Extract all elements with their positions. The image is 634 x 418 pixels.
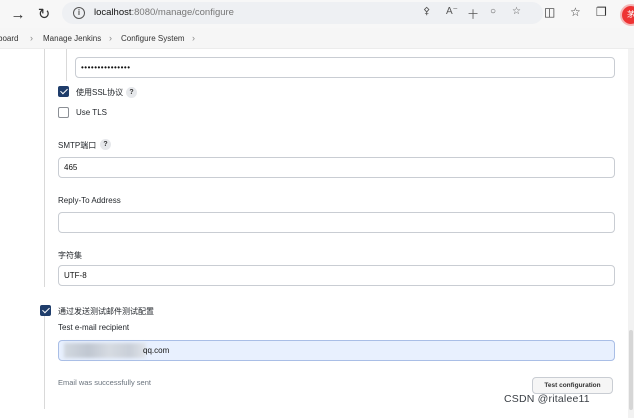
use-tls-label: Use TLS — [76, 108, 107, 117]
read-aloud-icon[interactable]: A⁻ — [446, 6, 458, 17]
send-status-message: Email was successfully sent — [58, 378, 151, 387]
translate-icon[interactable]: 十 — [468, 6, 478, 21]
charset-input[interactable]: UTF-8 — [58, 265, 615, 286]
chevron-right-icon: › — [30, 33, 33, 43]
collections-icon[interactable]: ❐ — [596, 5, 607, 19]
refresh-icon[interactable]: ↻ — [34, 4, 54, 24]
section-divider — [44, 313, 45, 409]
shopping-icon[interactable]: ○ — [490, 6, 496, 17]
info-icon[interactable]: i — [73, 7, 85, 19]
browser-toolbar: → ↻ i localhost:8080/manage/configure ⚴ … — [0, 0, 634, 28]
breadcrumb-configure-system[interactable]: Configure System — [121, 34, 185, 43]
password-dots: ••••••••••••••• — [81, 63, 131, 72]
scrollbar-thumb[interactable] — [629, 330, 633, 410]
test-recipient-value: qq.com — [143, 346, 170, 355]
redacted-email-blur — [64, 343, 146, 358]
use-ssl-label: 使用SSL协议 — [76, 88, 124, 97]
help-icon[interactable]: ? — [100, 139, 111, 150]
csdn-watermark: CSDN @ritalee11 — [504, 393, 590, 405]
smtp-port-value: 465 — [64, 163, 78, 172]
reply-to-label: Reply-To Address — [58, 196, 121, 205]
charset-label: 字符集 — [58, 251, 82, 260]
configure-form: ••••••••••••••• 使用SSL协议 ? Use TLS SMTP端口… — [0, 49, 634, 418]
use-tls-checkbox[interactable] — [58, 107, 69, 118]
chevron-right-icon: › — [192, 33, 195, 43]
breadcrumb-dashboard[interactable]: board — [0, 34, 18, 43]
split-screen-icon[interactable]: ◫ — [544, 5, 555, 19]
charset-value: UTF-8 — [64, 271, 87, 280]
smtp-port-label: SMTP端口 — [58, 141, 97, 150]
test-mail-checkbox-label: 通过发送测试邮件测试配置 — [58, 307, 154, 316]
chevron-right-icon: › — [109, 33, 112, 43]
use-ssl-checkbox[interactable] — [58, 86, 69, 97]
nested-divider — [66, 49, 67, 81]
section-divider — [44, 49, 45, 287]
breadcrumb-manage-jenkins[interactable]: Manage Jenkins — [43, 34, 101, 43]
test-mail-checkbox[interactable] — [40, 305, 51, 316]
test-recipient-input[interactable]: qq.com — [58, 340, 615, 361]
url-text: localhost:8080/manage/configure — [94, 7, 234, 18]
smtp-password-field[interactable]: ••••••••••••••• — [75, 57, 615, 78]
key-icon[interactable]: ⚴ — [423, 6, 430, 17]
help-icon[interactable]: ? — [126, 87, 137, 98]
profile-icon[interactable]: 茅 — [620, 4, 634, 26]
smtp-port-input[interactable]: 465 — [58, 157, 615, 178]
reply-to-input[interactable] — [58, 212, 615, 233]
test-recipient-label: Test e-mail recipient — [58, 323, 130, 332]
favorite-icon[interactable]: ☆ — [512, 6, 521, 17]
breadcrumb: board › Manage Jenkins › Configure Syste… — [0, 28, 634, 49]
test-configuration-button[interactable]: Test configuration — [532, 377, 613, 394]
favorites-icon[interactable]: ☆ — [570, 5, 581, 19]
address-bar[interactable]: i localhost:8080/manage/configure ⚴ A⁻ 十… — [62, 2, 543, 24]
forward-icon[interactable]: → — [8, 4, 28, 24]
